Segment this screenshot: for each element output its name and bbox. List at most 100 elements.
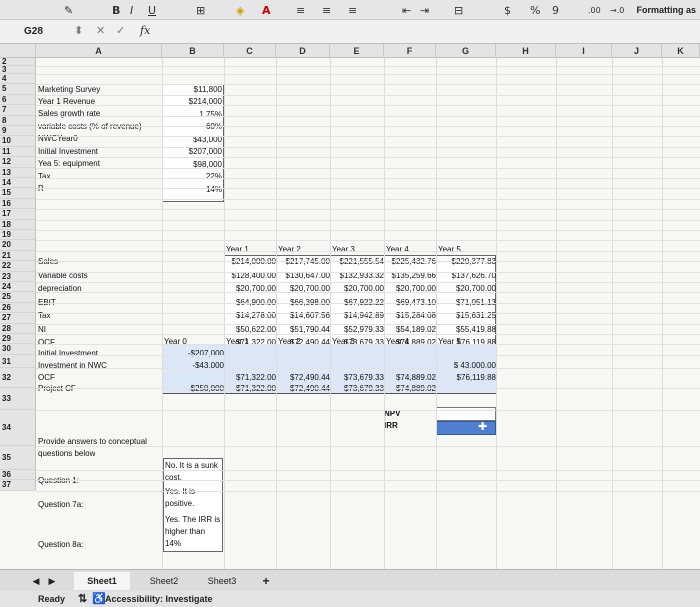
column-header-e[interactable]: E	[330, 44, 384, 58]
input-value[interactable]: $207,000	[162, 146, 222, 158]
cf-cell[interactable]: $73,679.33	[330, 372, 384, 384]
column-header-c[interactable]: C	[224, 44, 276, 58]
ops-cell[interactable]: $14,278.00	[224, 310, 276, 322]
column-header-g[interactable]: G	[436, 44, 496, 58]
align-bottom-icon[interactable]: ≡	[348, 2, 357, 18]
input-value[interactable]: 60%	[162, 121, 222, 133]
row-header-26[interactable]: 26	[0, 302, 36, 314]
borders-icon[interactable]: ⊞	[196, 2, 205, 18]
increase-decimal-icon[interactable]: .00	[588, 2, 601, 18]
fx-icon[interactable]: fx	[140, 24, 150, 37]
cf-cell[interactable]: $76,119.88	[436, 372, 496, 384]
macro-record-icon[interactable]: ⇅	[78, 592, 87, 605]
increase-indent-icon[interactable]: ⇥	[420, 2, 429, 18]
column-header-b[interactable]: B	[162, 44, 224, 58]
cf-cell[interactable]: -$250,000	[162, 383, 224, 395]
ops-cell[interactable]: $14,607.56	[276, 310, 330, 322]
row-header-24[interactable]: 24	[0, 282, 36, 293]
row-header-12[interactable]: 12	[0, 157, 36, 168]
prev-sheet-icon[interactable]: ◀	[30, 572, 42, 590]
name-box-dropdown-icon[interactable]: ⬍	[74, 24, 83, 37]
bold-icon[interactable]: B	[112, 2, 120, 18]
column-header-h[interactable]: H	[496, 44, 556, 58]
align-middle-icon[interactable]: ≡	[322, 2, 331, 18]
underline-icon[interactable]: U	[148, 2, 156, 18]
row-header-21[interactable]: 21	[0, 250, 36, 262]
row-header-35[interactable]: 35	[0, 445, 36, 470]
next-sheet-icon[interactable]: ▶	[46, 572, 58, 590]
decrease-indent-icon[interactable]: ⇤	[402, 2, 411, 18]
row-header-31[interactable]: 31	[0, 354, 36, 368]
row-header-30[interactable]: 30	[0, 344, 36, 355]
spreadsheet-grid[interactable]: Marketing Survey Year 1 Revenue $11,800 Sa…	[0, 44, 700, 569]
row-header-29[interactable]: 29	[0, 334, 36, 345]
row-header-22[interactable]: 22	[0, 261, 36, 272]
row-header-20[interactable]: 20	[0, 240, 36, 251]
column-header-f[interactable]: F	[384, 44, 436, 58]
cf-cell[interactable]: $74,889.02	[384, 372, 436, 384]
comma-icon[interactable]: 9	[552, 2, 559, 18]
ops-cell[interactable]: $15,631.25	[436, 310, 496, 322]
tab-sheet2[interactable]: Sheet2	[140, 572, 188, 590]
conditional-formatting-button[interactable]: Formatting as	[636, 5, 696, 15]
select-all-corner[interactable]	[0, 44, 36, 58]
row-header-23[interactable]: 23	[0, 271, 36, 282]
column-header-k[interactable]: K	[662, 44, 700, 58]
input-value[interactable]: $43,000	[162, 134, 222, 146]
row-header-37[interactable]: 37	[0, 480, 36, 491]
currency-icon[interactable]: $	[504, 2, 511, 18]
input-value[interactable]: $214,000	[162, 96, 222, 108]
merge-icon[interactable]: ⊟	[454, 2, 463, 18]
row-header-8[interactable]: 8	[0, 115, 36, 126]
row-header-33[interactable]: 33	[0, 387, 36, 410]
ops-cell[interactable]: $15,284.08	[384, 310, 436, 322]
cf-cell[interactable]: $ 43,000.00	[436, 360, 496, 372]
cf-cell[interactable]: -$43,000	[162, 360, 224, 372]
tab-sheet1[interactable]: Sheet1	[74, 572, 130, 590]
cf-cell[interactable]: $72,490.44	[276, 372, 330, 384]
row-header-28[interactable]: 28	[0, 323, 36, 334]
column-header-i[interactable]: I	[556, 44, 612, 58]
row-header-15[interactable]: 15	[0, 188, 36, 199]
cancel-icon[interactable]: ✕	[96, 24, 105, 37]
italic-icon[interactable]: I	[130, 2, 133, 18]
accessibility-status[interactable]: Accessibility: Investigate	[105, 594, 213, 604]
row-header-4[interactable]: 4	[0, 74, 36, 85]
input-value[interactable]: 1.75%	[162, 109, 222, 121]
row-header-13[interactable]: 13	[0, 167, 36, 178]
input-value[interactable]: 14%	[162, 184, 222, 196]
fill-color-icon[interactable]: ◈	[236, 2, 244, 18]
ops-cell[interactable]: $14,942.89	[330, 310, 384, 322]
cf-cell[interactable]: $74,889.02	[384, 383, 436, 395]
cf-cell[interactable]: $71,322.00	[224, 383, 276, 395]
tab-sheet3[interactable]: Sheet3	[198, 572, 246, 590]
font-color-icon[interactable]: A	[262, 2, 271, 18]
add-sheet-button[interactable]: +	[258, 572, 274, 590]
row-header-17[interactable]: 17	[0, 209, 36, 220]
cf-cell[interactable]: $72,490.44	[276, 383, 330, 395]
cf-cell[interactable]: $73,679.33	[330, 383, 384, 395]
row-header-5[interactable]: 5	[0, 84, 36, 95]
align-top-icon[interactable]: ≡	[296, 2, 305, 18]
confirm-icon[interactable]: ✓	[116, 24, 125, 37]
row-header-11[interactable]: 11	[0, 146, 36, 158]
column-header-a[interactable]: A	[36, 44, 162, 58]
row-header-32[interactable]: 32	[0, 367, 36, 388]
column-header-d[interactable]: D	[276, 44, 330, 58]
row-header-10[interactable]: 10	[0, 136, 36, 147]
cf-cell[interactable]: $71,322.00	[224, 372, 276, 384]
row-header-3[interactable]: 3	[0, 66, 36, 74]
row-header-18[interactable]: 18	[0, 219, 36, 230]
decrease-decimal-icon[interactable]: →.0	[610, 2, 624, 18]
row-header-25[interactable]: 25	[0, 292, 36, 303]
row-header-34[interactable]: 34	[0, 409, 36, 446]
row-header-6[interactable]: 6	[0, 94, 36, 106]
row-header-19[interactable]: 19	[0, 230, 36, 241]
input-value[interactable]: $98,000	[162, 159, 222, 171]
name-box[interactable]: G28	[4, 24, 62, 40]
row-header-9[interactable]: 9	[0, 126, 36, 137]
row-header-16[interactable]: 16	[0, 198, 36, 210]
column-header-j[interactable]: J	[612, 44, 662, 58]
row-header-7[interactable]: 7	[0, 105, 36, 116]
format-painter-icon[interactable]: ✎	[64, 2, 73, 18]
